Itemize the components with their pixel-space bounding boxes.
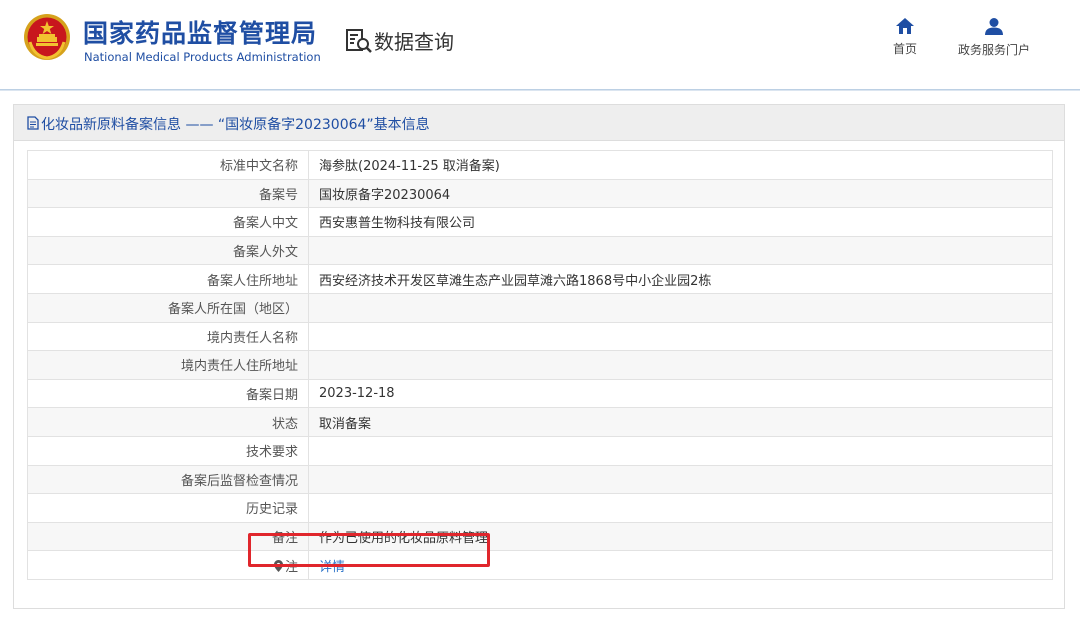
row-value: 作为已使用的化妆品原料管理	[308, 521, 1053, 552]
pin-icon	[273, 559, 283, 572]
table-row: 备案人外文	[27, 235, 1053, 266]
table-row: 历史记录	[27, 493, 1053, 523]
table-row: 备案后监督检查情况	[27, 464, 1053, 495]
site-header: 国家药品监督管理局 National Medical Products Admi…	[0, 0, 1080, 90]
panel-title: 化妆品新原料备案信息 —— “国妆原备字20230064”基本信息	[41, 117, 430, 133]
row-label: 备案人住所地址	[27, 264, 309, 294]
row-value: 2023-12-18	[308, 378, 1053, 409]
row-label: 备案后监督检查情况	[27, 464, 309, 495]
note-value-cell: 详情	[308, 550, 1053, 580]
nav-service-portal-link[interactable]: 政务服务门户	[950, 18, 1038, 58]
home-icon	[896, 18, 914, 34]
row-value	[308, 464, 1053, 495]
national-emblem-icon	[24, 14, 70, 60]
row-value	[308, 321, 1053, 352]
table-row: 备案号 国妆原备字20230064	[27, 178, 1053, 209]
row-label: 历史记录	[27, 493, 309, 523]
table-row: 状态 取消备案	[27, 407, 1053, 437]
row-label: 技术要求	[27, 435, 309, 466]
row-label: 境内责任人住所地址	[27, 350, 309, 380]
row-value: 西安经济技术开发区草滩生态产业园草滩六路1868号中小企业园2栋	[308, 264, 1053, 294]
note-label-cell: 注	[27, 550, 309, 580]
table-row-note: 注 详情	[27, 550, 1053, 580]
nav-service-portal-label: 政务服务门户	[957, 43, 1030, 57]
table-row: 备案人所在国（地区）	[27, 292, 1053, 323]
details-link[interactable]: 详情	[319, 560, 345, 575]
row-value	[308, 435, 1053, 466]
table-row: 技术要求	[27, 435, 1053, 466]
row-value	[308, 493, 1053, 523]
row-label: 备案号	[27, 178, 309, 209]
row-label: 备案日期	[27, 378, 309, 409]
row-label: 境内责任人名称	[27, 321, 309, 352]
row-label: 备案人所在国（地区）	[27, 292, 309, 323]
table-row: 备案人中文 西安惠普生物科技有限公司	[27, 207, 1053, 237]
nav-home-link[interactable]: 首页	[885, 18, 925, 57]
row-value: 国妆原备字20230064	[308, 178, 1053, 209]
row-value: 海参肽(2024-11-25 取消备案)	[308, 150, 1053, 180]
agency-name-en: National Medical Products Administration	[84, 50, 321, 64]
table-row: 标准中文名称 海参肽(2024-11-25 取消备案)	[27, 150, 1053, 180]
row-label: 状态	[27, 407, 309, 437]
section-title: 数据查询	[374, 30, 454, 54]
row-label: 备案人中文	[27, 207, 309, 237]
user-icon	[985, 18, 1003, 35]
table-row: 备注 作为已使用的化妆品原料管理	[27, 521, 1053, 552]
row-value	[308, 350, 1053, 380]
agency-name-cn: 国家药品监督管理局	[83, 19, 318, 48]
table-row: 境内责任人名称	[27, 321, 1053, 352]
note-label: 注	[284, 559, 298, 575]
record-panel: 化妆品新原料备案信息 —— “国妆原备字20230064”基本信息 标准中文名称…	[13, 104, 1065, 609]
row-value	[308, 235, 1053, 266]
table-row: 备案人住所地址 西安经济技术开发区草滩生态产业园草滩六路1868号中小企业园2栋	[27, 264, 1053, 294]
row-label: 备注	[27, 521, 309, 552]
table-row: 境内责任人住所地址	[27, 350, 1053, 380]
row-label: 备案人外文	[27, 235, 309, 266]
document-icon	[27, 116, 39, 130]
header-divider	[0, 90, 1080, 91]
row-label: 标准中文名称	[27, 150, 309, 180]
table-row: 备案日期 2023-12-18	[27, 378, 1053, 409]
nav-home-label: 首页	[892, 42, 917, 56]
row-value: 取消备案	[308, 407, 1053, 437]
record-info-table: 标准中文名称 海参肽(2024-11-25 取消备案) 备案号 国妆原备字202…	[27, 150, 1053, 580]
data-query-icon	[346, 29, 372, 53]
row-value	[308, 292, 1053, 323]
panel-title-bar: 化妆品新原料备案信息 —— “国妆原备字20230064”基本信息	[14, 105, 1064, 141]
row-value: 西安惠普生物科技有限公司	[308, 207, 1053, 237]
